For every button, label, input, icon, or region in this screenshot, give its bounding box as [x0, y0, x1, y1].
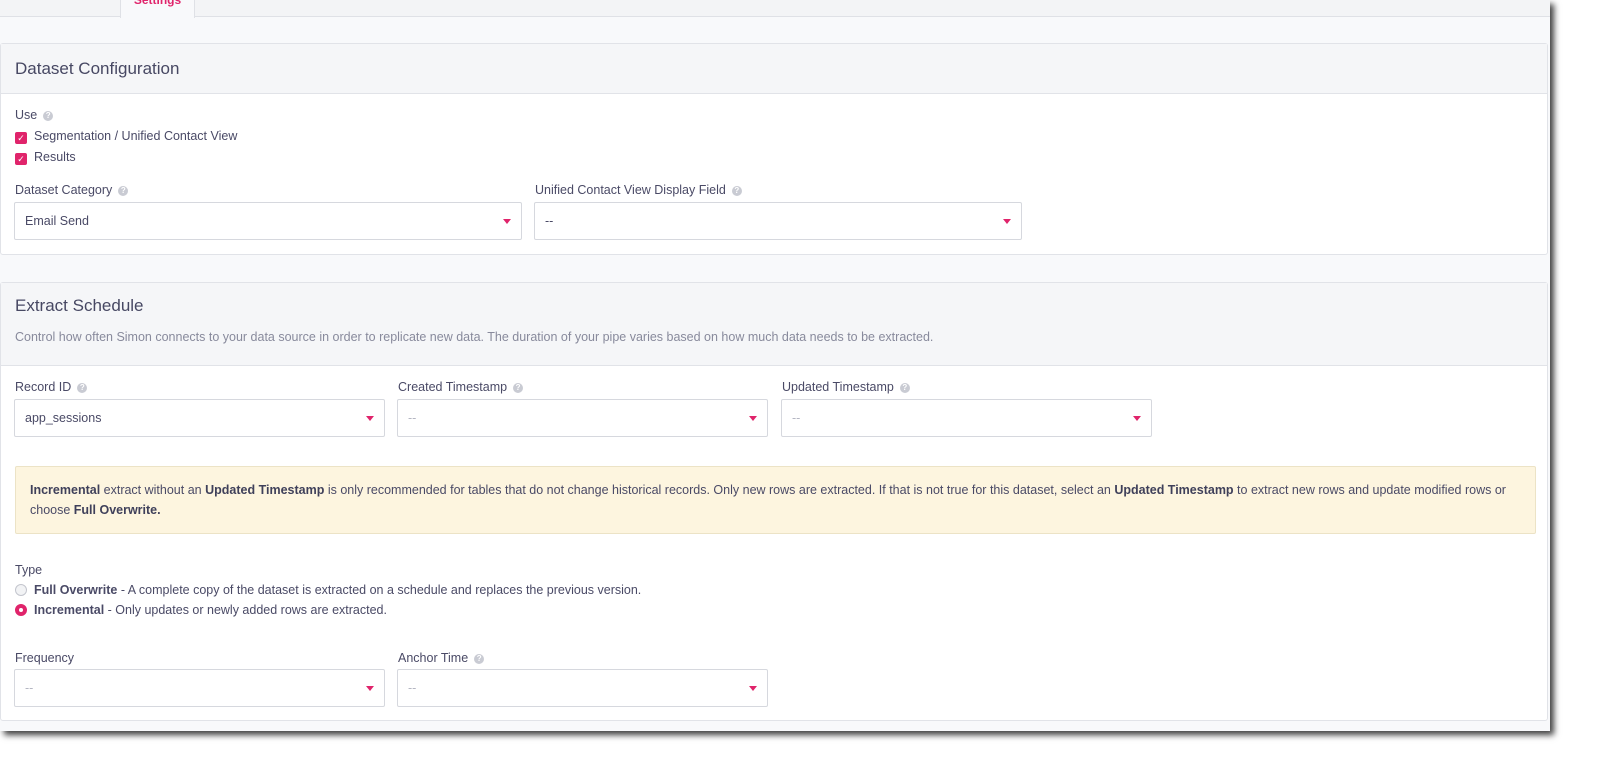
frequency-select[interactable]: --	[14, 669, 385, 707]
radio-icon[interactable]	[15, 584, 27, 596]
help-icon[interactable]: ?	[513, 383, 524, 393]
updated-timestamp-select[interactable]: --	[781, 399, 1152, 437]
record-id-label: Record ID?	[15, 380, 88, 394]
caret-down-icon	[749, 416, 757, 421]
display-field-label: Unified Contact View Display Field?	[535, 183, 742, 197]
record-id-select[interactable]: app_sessions	[14, 399, 385, 437]
caret-down-icon	[366, 416, 374, 421]
caret-down-icon	[1003, 219, 1011, 224]
checkmark-icon[interactable]: ✓	[15, 132, 27, 144]
help-icon[interactable]: ?	[77, 383, 88, 393]
panel-header: Extract Schedule Control how often Simon…	[1, 283, 1547, 366]
display-field-select[interactable]: --	[534, 202, 1022, 240]
checkbox-results[interactable]: ✓ Results	[15, 150, 76, 165]
checkmark-icon[interactable]: ✓	[15, 153, 27, 165]
updated-timestamp-label: Updated Timestamp?	[782, 380, 910, 394]
created-timestamp-select[interactable]: --	[397, 399, 768, 437]
radio-full-overwrite[interactable]: Full Overwrite - A complete copy of the …	[15, 583, 641, 597]
help-icon[interactable]: ?	[474, 654, 485, 664]
dataset-configuration-panel: Dataset Configuration Use? ✓ Segmentation…	[0, 43, 1548, 255]
caret-down-icon	[503, 219, 511, 224]
help-icon[interactable]: ?	[731, 186, 742, 196]
tab-settings[interactable]: Settings	[120, 0, 195, 18]
anchor-time-select[interactable]: --	[397, 669, 768, 707]
use-label: Use?	[15, 108, 54, 122]
caret-down-icon	[1133, 416, 1141, 421]
panel-description: Control how often Simon connects to your…	[15, 330, 934, 344]
type-label: Type	[15, 563, 43, 577]
checkbox-segmentation[interactable]: ✓ Segmentation / Unified Contact View	[15, 129, 237, 144]
radio-incremental[interactable]: Incremental - Only updates or newly adde…	[15, 603, 387, 617]
panel-title: Dataset Configuration	[15, 59, 180, 78]
frequency-label: Frequency	[15, 651, 75, 665]
caret-down-icon	[366, 686, 374, 691]
panel-title: Extract Schedule	[15, 296, 144, 315]
panel-header: Dataset Configuration	[1, 44, 1547, 94]
tab-bar: Settings	[0, 0, 1550, 18]
help-icon[interactable]: ?	[899, 383, 910, 393]
app-window: Settings Dataset Configuration Use? ✓ Seg…	[0, 0, 1550, 731]
radio-selected-icon[interactable]	[15, 604, 27, 616]
dataset-category-select[interactable]: Email Send	[14, 202, 522, 240]
anchor-time-label: Anchor Time?	[398, 651, 485, 665]
help-icon[interactable]: ?	[43, 111, 54, 121]
created-timestamp-label: Created Timestamp?	[398, 380, 524, 394]
incremental-warning-alert: Incremental extract without an Updated T…	[15, 466, 1536, 534]
caret-down-icon	[749, 686, 757, 691]
extract-schedule-panel: Extract Schedule Control how often Simon…	[0, 282, 1548, 721]
help-icon[interactable]: ?	[118, 186, 129, 196]
dataset-category-label: Dataset Category?	[15, 183, 129, 197]
